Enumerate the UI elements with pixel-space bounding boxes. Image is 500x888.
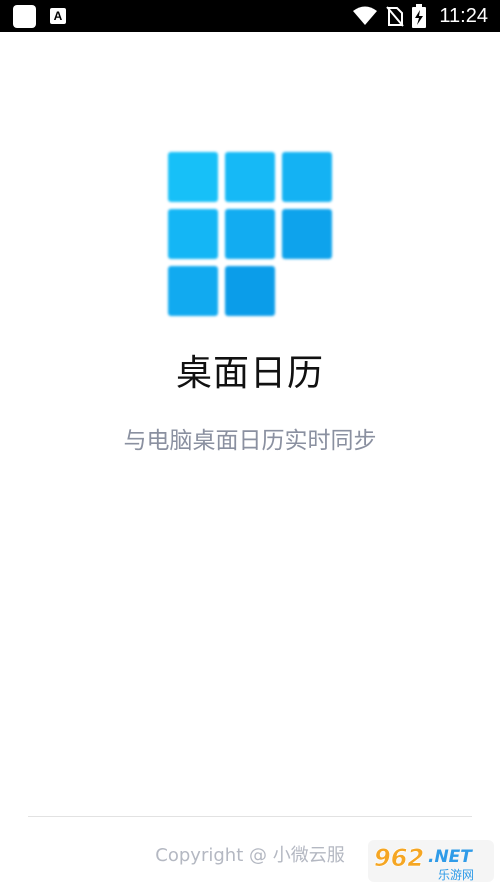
status-icons — [352, 4, 426, 28]
font-notification-icon: A — [50, 8, 66, 24]
no-sim-icon — [386, 6, 404, 27]
wifi-icon — [353, 6, 377, 25]
logo-cell — [282, 152, 332, 202]
status-bar: A 11:24 — [0, 0, 500, 32]
app-notification-icon — [13, 5, 36, 28]
logo-cell — [168, 209, 218, 259]
app-title: 桌面日历 — [175, 353, 324, 394]
logo-cell — [225, 266, 275, 316]
watermark-suffix: .NET — [428, 847, 473, 867]
logo-cell — [168, 152, 218, 202]
clock-time: 11:24 — [439, 5, 488, 27]
logo-cell — [168, 266, 218, 316]
watermark-label: 乐游网 — [438, 868, 474, 882]
watermark-number: 962 — [374, 844, 424, 872]
logo-cell — [225, 209, 275, 259]
logo-cell — [225, 152, 275, 202]
footer-divider — [28, 816, 472, 817]
watermark-logo: 962 .NET 乐游网 — [368, 838, 494, 884]
logo-cell — [282, 209, 332, 259]
app-logo-icon — [166, 150, 334, 318]
battery-charging-icon — [412, 4, 426, 28]
app-subtitle: 与电脑桌面日历实时同步 — [123, 428, 377, 454]
